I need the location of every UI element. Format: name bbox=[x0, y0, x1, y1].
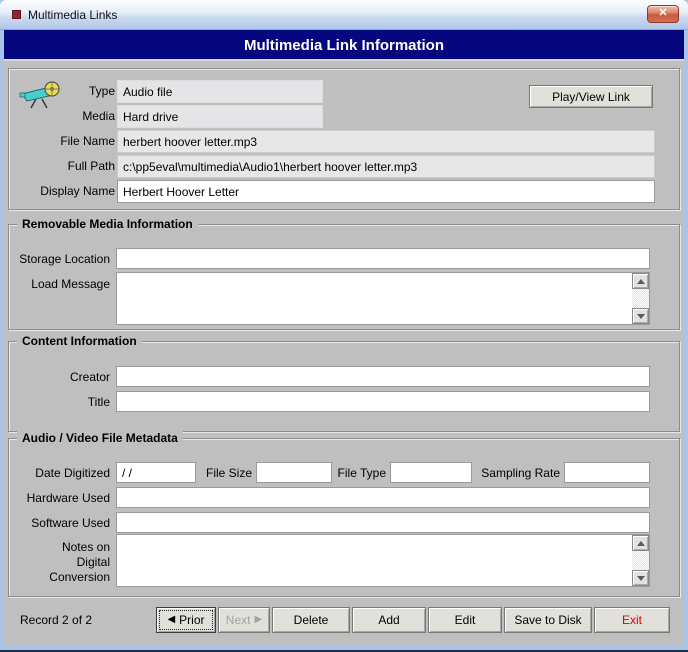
add-button-label: Add bbox=[378, 613, 400, 627]
notes-area bbox=[116, 534, 650, 587]
storage-location-label: Storage Location bbox=[19, 252, 110, 266]
full-path-field[interactable] bbox=[117, 155, 655, 178]
titlebar[interactable]: Multimedia Links ✕ bbox=[0, 0, 688, 30]
edit-button[interactable]: Edit bbox=[428, 607, 502, 633]
date-digitized-label: Date Digitized bbox=[35, 466, 110, 480]
software-used-field[interactable] bbox=[116, 512, 650, 533]
form-header: Multimedia Link Information bbox=[4, 30, 684, 61]
load-message-scrollbar[interactable] bbox=[632, 273, 649, 324]
arrow-down-icon bbox=[636, 313, 645, 319]
load-message-field[interactable] bbox=[117, 273, 632, 324]
next-button[interactable]: Next ▶ bbox=[218, 607, 270, 633]
prior-button-label: Prior bbox=[179, 613, 205, 627]
notes-scrollbar[interactable] bbox=[632, 535, 649, 586]
notes-field[interactable] bbox=[117, 535, 632, 586]
hardware-used-field[interactable] bbox=[116, 487, 650, 508]
link-info-panel: Type Media File Name Full Path Display N… bbox=[8, 68, 680, 210]
hardware-used-label: Hardware Used bbox=[26, 491, 110, 505]
load-message-area bbox=[116, 272, 650, 325]
sampling-rate-field[interactable] bbox=[564, 462, 650, 483]
save-to-disk-label: Save to Disk bbox=[514, 613, 582, 627]
title-field[interactable] bbox=[116, 391, 650, 412]
removable-media-title: Removable Media Information bbox=[17, 217, 198, 232]
file-name-label: File Name bbox=[60, 134, 115, 148]
date-digitized-field[interactable] bbox=[116, 462, 196, 483]
client-area: Multimedia Link Information Type Media F… bbox=[4, 30, 684, 646]
load-message-label: Load Message bbox=[31, 277, 110, 291]
exit-button[interactable]: Exit bbox=[594, 607, 670, 633]
arrow-up-icon bbox=[636, 278, 645, 284]
next-button-label: Next bbox=[225, 613, 251, 627]
display-name-field[interactable] bbox=[117, 180, 655, 203]
scroll-down-button[interactable] bbox=[632, 570, 649, 586]
creator-field[interactable] bbox=[116, 366, 650, 387]
sampling-rate-label: Sampling Rate bbox=[481, 466, 560, 480]
scroll-up-button[interactable] bbox=[632, 535, 649, 551]
add-button[interactable]: Add bbox=[352, 607, 426, 633]
type-field[interactable] bbox=[117, 80, 323, 103]
play-view-link-label: Play/View Link bbox=[552, 89, 630, 104]
next-arrow-icon: ▶ bbox=[254, 614, 263, 625]
software-used-label: Software Used bbox=[31, 516, 110, 530]
app-icon bbox=[12, 10, 21, 19]
file-type-field[interactable] bbox=[390, 462, 472, 483]
close-button[interactable]: ✕ bbox=[647, 5, 679, 23]
arrow-down-icon bbox=[636, 575, 645, 581]
scroll-down-button[interactable] bbox=[632, 308, 649, 324]
media-label: Media bbox=[82, 109, 115, 123]
multimedia-links-window: Multimedia Links ✕ Multimedia Link Infor… bbox=[0, 0, 688, 652]
record-status: Record 2 of 2 bbox=[20, 613, 93, 627]
exit-button-label: Exit bbox=[621, 613, 642, 627]
type-label: Type bbox=[88, 84, 115, 98]
file-size-label: File Size bbox=[205, 466, 252, 480]
title-field-label: Title bbox=[87, 395, 110, 409]
delete-button-label: Delete bbox=[293, 613, 329, 627]
storage-location-field[interactable] bbox=[116, 248, 650, 269]
window-title: Multimedia Links bbox=[28, 7, 118, 22]
play-view-link-button[interactable]: Play/View Link bbox=[529, 85, 653, 108]
file-name-field[interactable] bbox=[117, 130, 655, 153]
delete-button[interactable]: Delete bbox=[272, 607, 350, 633]
scroll-up-button[interactable] bbox=[632, 273, 649, 289]
notes-label: Notes on Digital Conversion bbox=[49, 540, 110, 584]
edit-button-label: Edit bbox=[454, 613, 476, 627]
file-size-field[interactable] bbox=[256, 462, 332, 483]
save-to-disk-button[interactable]: Save to Disk bbox=[504, 607, 592, 633]
close-icon: ✕ bbox=[658, 7, 668, 19]
display-name-label: Display Name bbox=[40, 184, 115, 198]
creator-label: Creator bbox=[69, 370, 110, 384]
file-type-label: File Type bbox=[337, 466, 386, 480]
full-path-label: Full Path bbox=[67, 159, 115, 173]
form-title: Multimedia Link Information bbox=[243, 37, 444, 54]
content-info-title: Content Information bbox=[17, 334, 142, 349]
media-field[interactable] bbox=[117, 105, 323, 128]
arrow-up-icon bbox=[636, 540, 645, 546]
prior-button[interactable]: ◀ Prior bbox=[156, 607, 216, 633]
metadata-title: Audio / Video File Metadata bbox=[17, 431, 183, 446]
prior-arrow-icon: ◀ bbox=[167, 614, 176, 625]
